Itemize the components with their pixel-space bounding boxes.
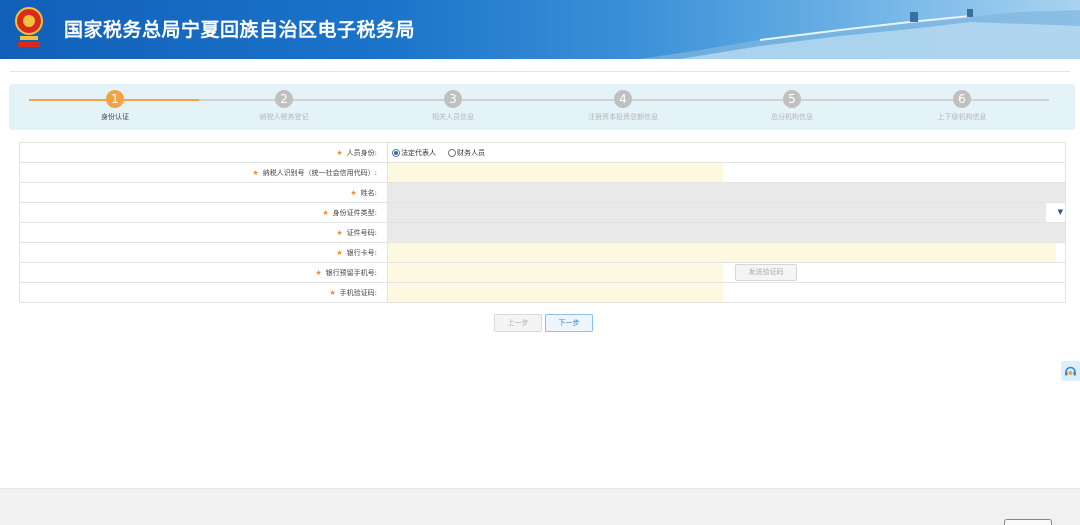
field-label: ★ 身份证件类型: (19, 202, 388, 223)
id-number-input[interactable] (388, 223, 1065, 242)
id-number-label: 证件号码: (346, 228, 377, 237)
required-mark: ★ (336, 148, 343, 157)
taxpayer-id-input[interactable] (388, 163, 723, 182)
form-row-id-type: ★ 身份证件类型: ▼ (19, 202, 1066, 223)
radio-button-icon[interactable] (448, 148, 456, 157)
form-row-bank-phone: ★ 银行预留手机号: 发送验证码 (19, 262, 1066, 283)
footer-widget[interactable] (1004, 519, 1052, 525)
bank-card-field (387, 242, 1066, 263)
radio-legal-representative[interactable]: 法定代表人 (392, 148, 436, 158)
bank-phone-input[interactable] (388, 263, 723, 282)
taxpayer-id-label: 纳税人识别号（统一社会信用代码）: (262, 168, 377, 177)
form-row-name: ★ 姓名: (19, 182, 1066, 203)
id-type-select[interactable] (388, 203, 1046, 222)
form-row-sms-code: ★ 手机验证码: (19, 282, 1066, 303)
step-6: 6 上下级机构信息 (877, 90, 1047, 122)
step-5: 5 总分机构信息 (707, 90, 877, 122)
header-divider (10, 71, 1070, 72)
step-label: 身份认证 (101, 113, 129, 121)
form-row-id-number: ★ 证件号码: (19, 222, 1066, 243)
form-row-taxpayer-id: ★ 纳税人识别号（统一社会信用代码）: (19, 162, 1066, 183)
step-number: 3 (444, 90, 462, 108)
step-number: 6 (953, 90, 971, 108)
caret-down-icon[interactable]: ▼ (1058, 208, 1063, 216)
page-footer (0, 488, 1080, 525)
tax-emblem-icon (15, 7, 43, 47)
step-label: 总分机构信息 (771, 113, 813, 121)
step-1: 1 身份认证 (30, 90, 200, 122)
form-row-bank-card: ★ 银行卡号: (19, 242, 1066, 263)
radio-label: 法定代表人 (401, 148, 436, 157)
step-number: 2 (275, 90, 293, 108)
identity-field: 法定代表人 财务人员 (387, 142, 1066, 163)
step-number: 4 (614, 90, 632, 108)
taxpayer-id-field (387, 162, 1066, 183)
bank-phone-label: 银行预留手机号: (325, 268, 377, 277)
identity-radio-group: 法定代表人 财务人员 (388, 148, 1065, 158)
id-type-label: 身份证件类型: (332, 208, 377, 217)
field-label: ★ 人员身份: (19, 142, 388, 163)
required-mark: ★ (350, 188, 357, 197)
step-label: 纳税人税务登记 (259, 113, 309, 121)
customer-service-button[interactable] (1061, 361, 1080, 381)
required-mark: ★ (322, 208, 329, 217)
radio-finance-staff[interactable]: 财务人员 (448, 148, 485, 158)
field-label: ★ 姓名: (19, 182, 388, 203)
site-title: 国家税务总局宁夏回族自治区电子税务局 (64, 19, 416, 41)
id-number-field (387, 222, 1066, 243)
step-3: 3 相关人员信息 (368, 90, 538, 122)
sms-code-field (387, 282, 1066, 303)
field-label: ★ 银行预留手机号: (19, 262, 388, 283)
radio-button-icon[interactable] (392, 148, 400, 157)
field-label: ★ 证件号码: (19, 222, 388, 243)
next-step-button[interactable]: 下一步 (545, 314, 593, 332)
step-label: 相关人员信息 (432, 113, 474, 121)
radio-label: 财务人员 (457, 148, 485, 157)
bank-card-label: 银行卡号: (346, 248, 377, 257)
required-mark: ★ (252, 168, 259, 177)
field-label: ★ 银行卡号: (19, 242, 388, 263)
customer-service-icon (1065, 366, 1076, 375)
name-field (387, 182, 1066, 203)
required-mark: ★ (315, 268, 322, 277)
sms-code-input[interactable] (388, 283, 723, 302)
great-wall-banner-image (640, 9, 1080, 59)
required-mark: ★ (336, 228, 343, 237)
step-2: 2 纳税人税务登记 (199, 90, 369, 122)
top-banner: 国家税务总局宁夏回族自治区电子税务局 (0, 0, 1080, 59)
bank-card-input[interactable] (388, 243, 1056, 262)
name-input[interactable] (388, 183, 1065, 202)
step-label: 注册资本投资总额信息 (588, 113, 658, 121)
form-row-identity: ★ 人员身份: 法定代表人 财务人员 (19, 142, 1066, 163)
send-code-button[interactable]: 发送验证码 (735, 264, 797, 281)
field-label: ★ 手机验证码: (19, 282, 388, 303)
step-label: 上下级机构信息 (937, 113, 987, 121)
step-number: 1 (106, 90, 124, 108)
required-mark: ★ (329, 288, 336, 297)
step-number: 5 (783, 90, 801, 108)
identity-form: ★ 人员身份: 法定代表人 财务人员 ★ 纳税人识别号（统一社会信用代码）: ★… (19, 142, 1066, 303)
identity-label: 人员身份: (346, 148, 377, 157)
registration-stepper: 1 身份认证 2 纳税人税务登记 3 相关人员信息 4 注册资本投资总额信息 5… (9, 84, 1075, 130)
required-mark: ★ (336, 248, 343, 257)
name-label: 姓名: (360, 188, 377, 197)
sms-code-label: 手机验证码: (339, 288, 377, 297)
prev-step-button[interactable]: 上一步 (494, 314, 542, 332)
id-type-field: ▼ (387, 202, 1066, 223)
bank-phone-field: 发送验证码 (387, 262, 1066, 283)
field-label: ★ 纳税人识别号（统一社会信用代码）: (19, 162, 388, 183)
step-4: 4 注册资本投资总额信息 (538, 90, 708, 122)
